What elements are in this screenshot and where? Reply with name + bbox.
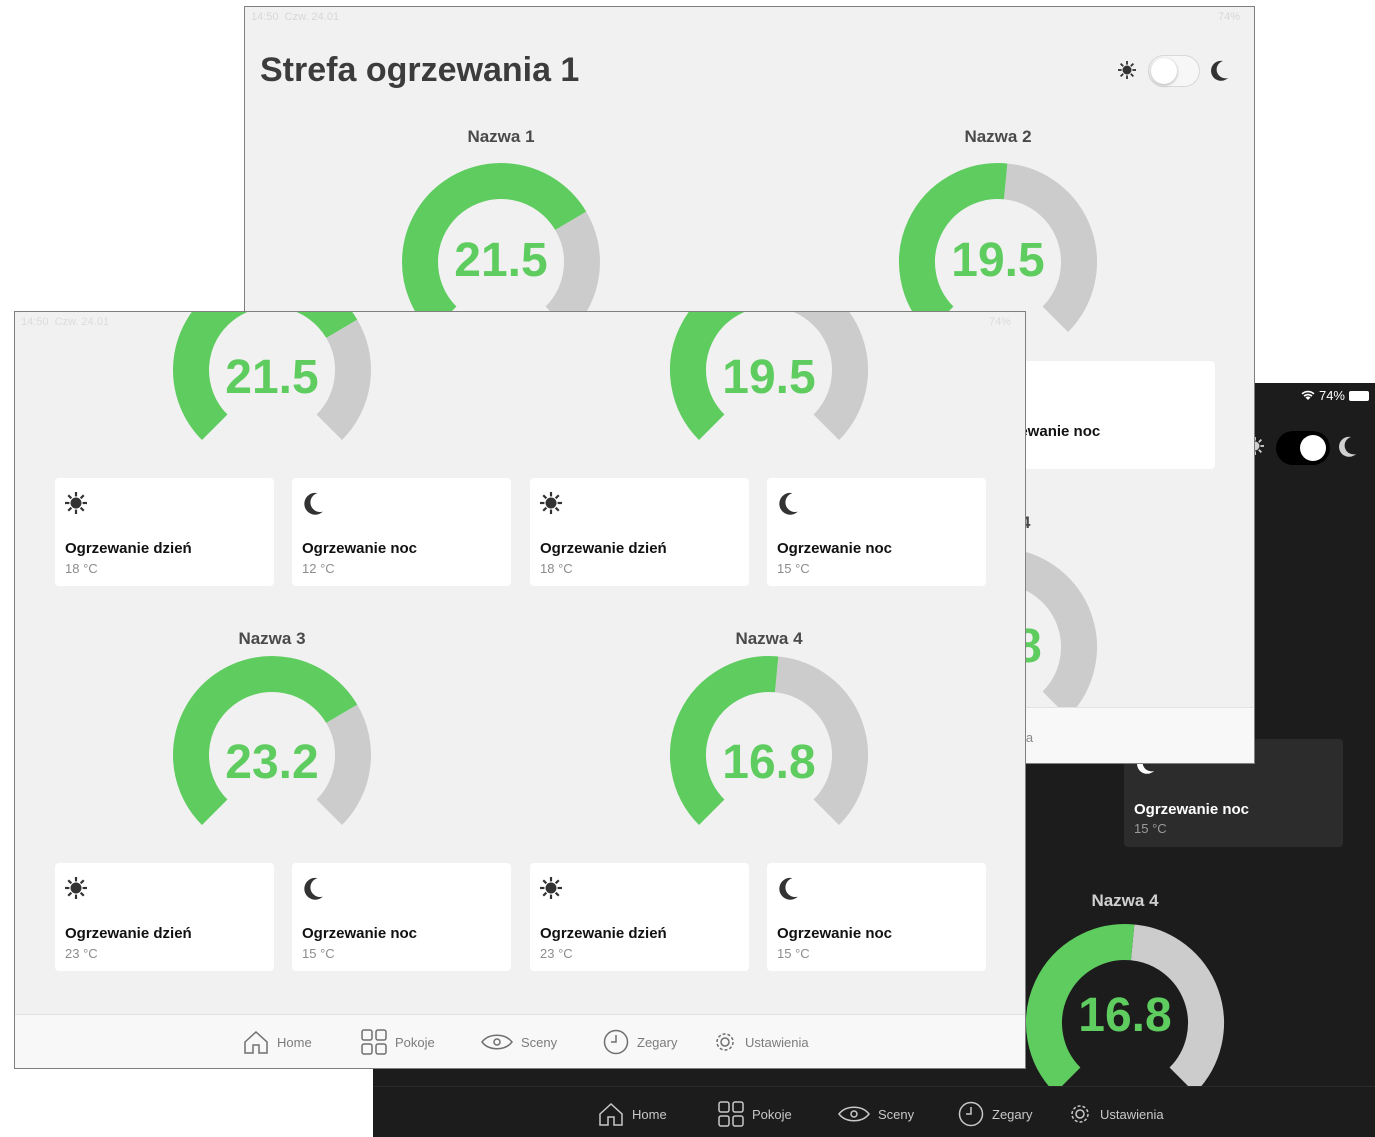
status-bar-right: 74% — [1301, 388, 1369, 403]
nav-label: Ustawienia — [745, 1034, 809, 1050]
home-icon — [599, 1102, 623, 1126]
night-heating-card[interactable]: Ogrzewanie noc 15 °C — [767, 863, 986, 971]
nav-home[interactable]: Home — [243, 1030, 361, 1054]
settings-gear-icon — [1071, 1105, 1089, 1123]
card-value: 18 °C — [65, 561, 98, 576]
bottom-nav: Home Pokoje Sceny Zegary Ustawienia — [373, 1086, 1375, 1137]
temperature-value: 19.5 — [722, 351, 816, 404]
moon-icon — [779, 877, 798, 900]
grid-icon — [718, 1101, 744, 1127]
card-title: Ogrzewanie noc — [777, 925, 893, 942]
temperature-value: 16.8 — [722, 736, 816, 789]
zone-title: Nazwa 4 — [1091, 891, 1159, 910]
card-value: 15 °C — [777, 561, 810, 576]
zone-detail-screen: 14:50 Czw. 24.01 74% 21.5 19.5 Ogrzewani… — [14, 311, 1026, 1069]
nav-label: Pokoje — [395, 1034, 435, 1050]
moon-icon — [1339, 436, 1356, 457]
zone-title: Nazwa 2 — [964, 127, 1032, 146]
card-title: Ogrzewanie dzień — [65, 925, 192, 942]
night-heating-card[interactable]: Ogrzewanie noc 15 °C — [292, 863, 511, 971]
card-title: Ogrzewanie dzień — [540, 925, 667, 942]
nav-rooms[interactable]: Pokoje — [361, 1029, 481, 1055]
page-title: Strefa ogrzewania 1 — [260, 51, 580, 89]
clock-icon — [958, 1101, 984, 1127]
moon-icon — [1211, 60, 1228, 81]
status-bar-left: 14:50 Czw. 24.01 — [251, 11, 340, 23]
grid-icon — [361, 1029, 387, 1055]
zone-title: Nazwa 3 — [238, 629, 306, 648]
nav-label: Sceny — [878, 1106, 915, 1122]
night-heating-card[interactable]: Ogrzewanie noc 12 °C — [292, 478, 511, 586]
day-night-toggle[interactable] — [1148, 55, 1200, 87]
card-value: 15 °C — [302, 946, 335, 961]
night-heating-card[interactable]: rzewanie noc °C — [996, 361, 1215, 469]
bottom-nav: Home Pokoje Sceny Zegary Ustawienia — [15, 1014, 1025, 1068]
nav-clocks[interactable]: Zegary — [603, 1029, 713, 1055]
day-heating-card[interactable]: Ogrzewanie dzień 18 °C — [530, 478, 749, 586]
nav-label: Zegary — [637, 1034, 678, 1050]
clock-icon — [603, 1029, 629, 1055]
day-heating-card[interactable]: Ogrzewanie dzień 18 °C — [55, 478, 274, 586]
card-title: Ogrzewanie noc — [1134, 801, 1250, 818]
sun-icon — [540, 877, 562, 899]
nav-label: Zegary — [992, 1106, 1033, 1122]
sun-icon — [540, 492, 562, 514]
day-night-toggle[interactable] — [1276, 431, 1330, 465]
card-value: 15 °C — [1134, 821, 1167, 836]
temperature-value: 23.2 — [225, 736, 319, 789]
home-icon — [244, 1030, 268, 1054]
zone-title: Nazwa 4 — [735, 629, 803, 648]
sun-icon — [65, 877, 87, 899]
nav-settings[interactable]: Ustawienia — [1068, 1102, 1164, 1126]
moon-icon — [779, 492, 798, 515]
card-title: Ogrzewanie dzień — [540, 540, 667, 557]
day-heating-card[interactable]: Ogrzewanie dzień 23 °C — [530, 863, 749, 971]
temperature-value: 16.8 — [1078, 989, 1172, 1042]
status-bar-left: 14:50 Czw. 24.01 — [21, 316, 110, 328]
sun-icon — [65, 492, 87, 514]
card-title: Ogrzewanie noc — [777, 540, 893, 557]
card-title: Ogrzewanie dzień — [65, 540, 192, 557]
card-title: Ogrzewanie noc — [302, 925, 418, 942]
nav-label: Home — [277, 1034, 312, 1050]
card-value: 23 °C — [540, 946, 573, 961]
card-value: 23 °C — [65, 946, 98, 961]
card-value: 15 °C — [777, 946, 810, 961]
nav-label: Pokoje — [752, 1106, 792, 1122]
status-bar-right: 74% — [988, 316, 1011, 328]
toggle-knob — [1300, 435, 1326, 461]
night-heating-card[interactable]: Ogrzewanie noc 15 °C — [767, 478, 986, 586]
eye-icon — [838, 1106, 870, 1122]
nav-clocks[interactable]: Zegary — [958, 1101, 1068, 1127]
temperature-value: 21.5 — [225, 351, 319, 404]
nav-home[interactable]: Home — [598, 1102, 718, 1126]
card-value: 12 °C — [302, 561, 335, 576]
nav-label: Sceny — [521, 1034, 558, 1050]
settings-gear-icon — [716, 1033, 734, 1051]
nav-label: Home — [632, 1106, 667, 1122]
eye-icon — [481, 1034, 513, 1050]
zone-title: Nazwa 1 — [467, 127, 535, 146]
wifi-icon — [1301, 390, 1315, 400]
temperature-value: 21.5 — [454, 234, 548, 287]
card-title: Ogrzewanie noc — [302, 540, 418, 557]
card-value: 18 °C — [540, 561, 573, 576]
battery-icon — [1349, 390, 1369, 401]
day-heating-card[interactable]: Ogrzewanie dzień 23 °C — [55, 863, 274, 971]
moon-icon — [304, 492, 323, 515]
status-bar-right: 74% — [1217, 11, 1240, 23]
sun-icon — [1118, 61, 1136, 79]
toggle-knob — [1151, 58, 1177, 84]
nav-scenes[interactable]: Sceny — [481, 1033, 603, 1051]
nav-settings[interactable]: Ustawienia — [713, 1030, 809, 1054]
nav-label: Ustawienia — [1100, 1106, 1164, 1122]
temperature-value: 19.5 — [951, 234, 1045, 287]
nav-scenes[interactable]: Sceny — [838, 1105, 958, 1123]
moon-icon — [304, 877, 323, 900]
nav-rooms[interactable]: Pokoje — [718, 1101, 838, 1127]
battery-text: 74% — [1318, 388, 1345, 403]
